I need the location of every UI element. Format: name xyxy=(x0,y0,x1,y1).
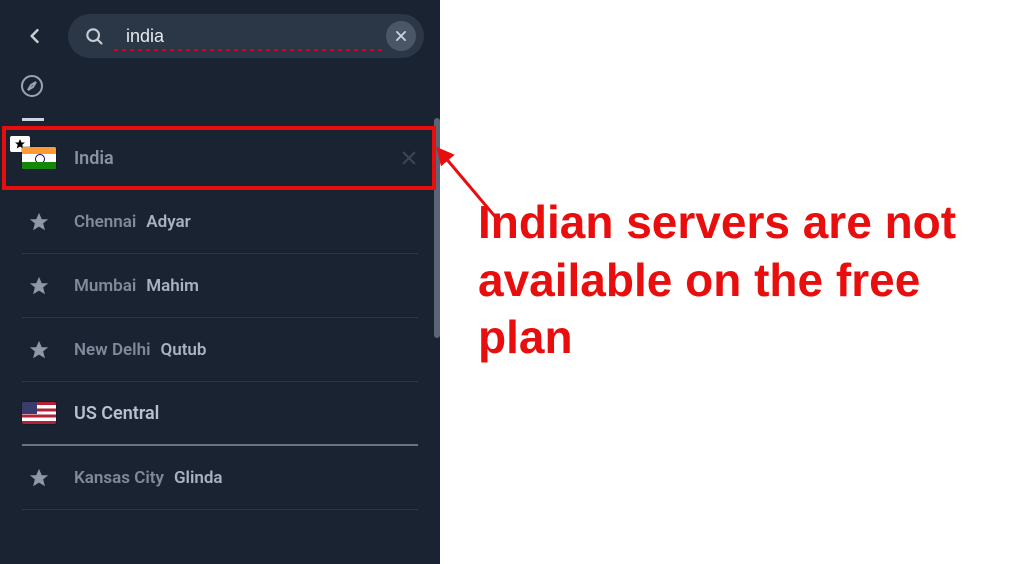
city-row-kansas-city[interactable]: Kansas City Glinda xyxy=(22,446,418,510)
city-label: Chennai xyxy=(74,212,136,232)
search-value-wrap xyxy=(114,25,386,48)
star-icon xyxy=(28,275,50,297)
star-icon xyxy=(28,339,50,361)
locations-button[interactable] xyxy=(0,70,440,104)
close-icon xyxy=(394,29,408,43)
star-icon xyxy=(28,211,50,233)
city-label: Mumbai xyxy=(74,276,136,296)
country-label: India xyxy=(74,148,114,169)
us-flag-icon xyxy=(22,402,56,424)
flag-wrap xyxy=(22,401,56,425)
city-label: New Delhi xyxy=(74,340,151,360)
vpn-server-panel: India Chennai Adyar xyxy=(0,0,440,564)
server-label: Adyar xyxy=(146,212,190,232)
clear-search-button[interactable] xyxy=(386,21,416,51)
server-label: Qutub xyxy=(161,340,207,360)
favorite-star[interactable] xyxy=(22,274,56,298)
results-list: India Chennai Adyar xyxy=(0,118,440,564)
search-icon xyxy=(84,26,104,46)
server-label: Mahim xyxy=(146,276,199,296)
favorite-star[interactable] xyxy=(22,210,56,234)
region-header-us-central[interactable]: US Central xyxy=(22,382,418,446)
region-label: US Central xyxy=(74,403,159,424)
city-row-new-delhi[interactable]: New Delhi Qutub xyxy=(22,318,418,382)
server-label: Glinda xyxy=(174,468,223,488)
scroll-hint-bar xyxy=(22,118,44,121)
chevron-left-icon xyxy=(25,26,45,46)
flag-wrap xyxy=(22,146,56,170)
list: India Chennai Adyar xyxy=(0,126,440,510)
country-header-india[interactable]: India xyxy=(22,126,418,190)
compass-icon xyxy=(20,74,44,98)
india-flag-icon xyxy=(22,147,56,169)
scrollbar-thumb[interactable] xyxy=(434,118,440,338)
city-row-mumbai[interactable]: Mumbai Mahim xyxy=(22,254,418,318)
star-icon xyxy=(28,467,50,489)
top-bar xyxy=(0,0,440,70)
favorite-star[interactable] xyxy=(22,338,56,362)
favorite-star[interactable] xyxy=(22,466,56,490)
collapse-x-icon[interactable] xyxy=(400,149,418,167)
city-label: Kansas City xyxy=(74,468,164,488)
city-row-chennai[interactable]: Chennai Adyar xyxy=(22,190,418,254)
annotation-text: Indian servers are not available on the … xyxy=(478,194,1008,367)
back-button[interactable] xyxy=(16,17,54,55)
search-input[interactable] xyxy=(124,25,360,48)
search-box[interactable] xyxy=(68,14,424,58)
